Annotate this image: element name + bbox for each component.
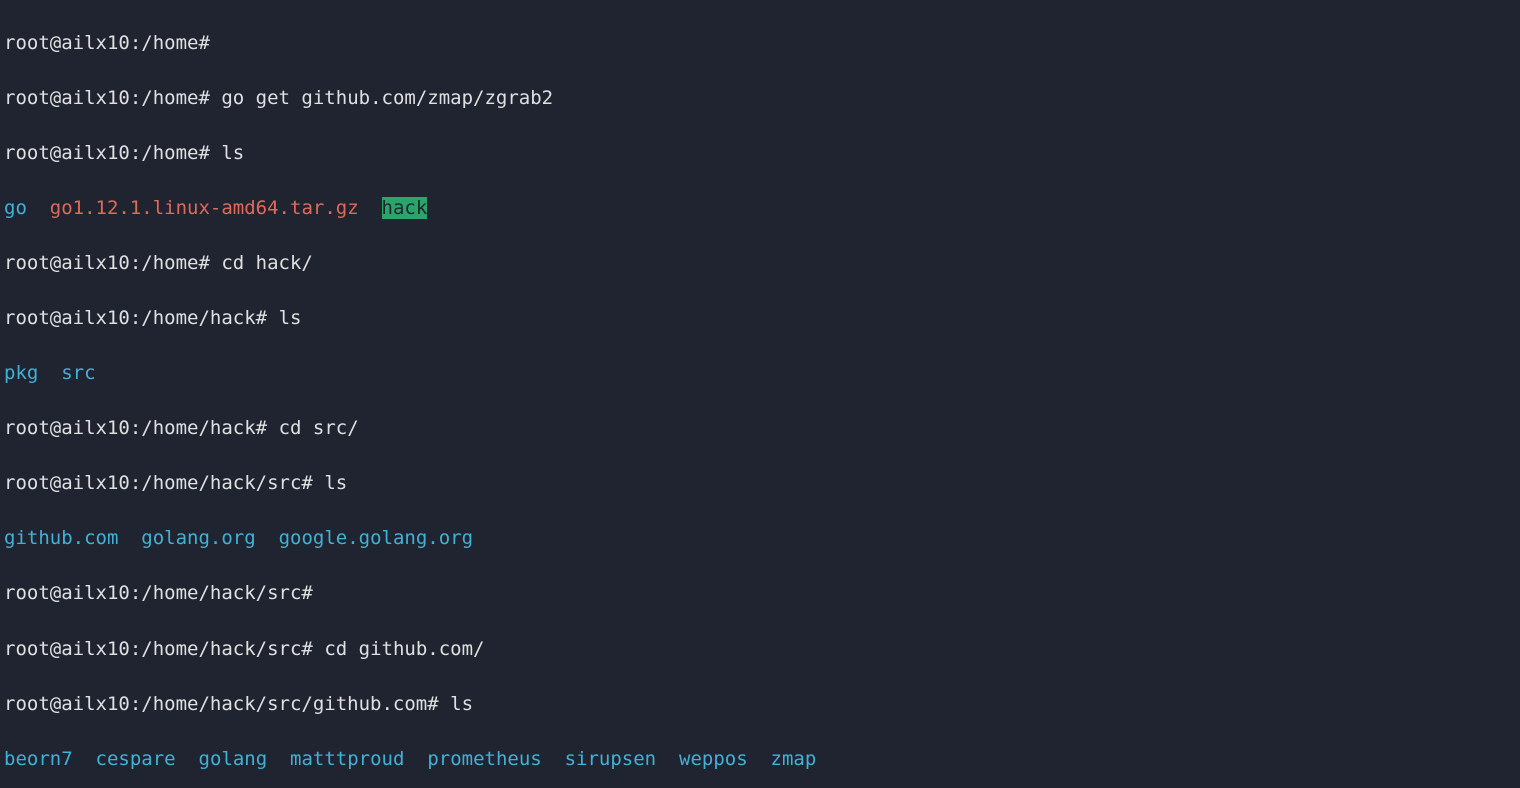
dir-pkg: pkg — [4, 362, 38, 384]
dir-google-golang-org: google.golang.org — [279, 527, 473, 549]
terminal-line: root@ailx10:/home/hack/src# cd github.co… — [4, 636, 1516, 664]
terminal-line: root@ailx10:/home/hack# ls — [4, 305, 1516, 333]
dir-src: src — [61, 362, 95, 384]
dir-sirupsen: sirupsen — [565, 748, 657, 770]
prompt-src: root@ailx10:/home/hack/src# — [4, 638, 313, 660]
dir-cespare: cespare — [96, 748, 176, 770]
prompt-home: root@ailx10:/home# — [4, 142, 210, 164]
dir-beorn7: beorn7 — [4, 748, 73, 770]
prompt-hack: root@ailx10:/home/hack# — [4, 417, 267, 439]
dir-zmap: zmap — [771, 748, 817, 770]
dir-golang-org: golang.org — [141, 527, 255, 549]
file-go-tar: go1.12.1.linux-amd64.tar.gz — [50, 197, 359, 219]
cmd-ls: ls — [221, 142, 244, 164]
ls-output-src: github.com golang.org google.golang.org — [4, 525, 1516, 553]
cmd-go-get: go get github.com/zmap/zgrab2 — [221, 87, 553, 109]
prompt-src: root@ailx10:/home/hack/src# — [4, 472, 313, 494]
cmd-cd-github: cd github.com/ — [324, 638, 484, 660]
terminal-line: root@ailx10:/home/hack/src/github.com# l… — [4, 691, 1516, 719]
terminal-line: root@ailx10:/home/hack/src# ls — [4, 470, 1516, 498]
prompt-github: root@ailx10:/home/hack/src/github.com# — [4, 693, 439, 715]
dir-go: go — [4, 197, 27, 219]
ls-output-home: go go1.12.1.linux-amd64.tar.gz hack — [4, 195, 1516, 223]
cmd-cd-src: cd src/ — [279, 417, 359, 439]
cmd-ls: ls — [279, 307, 302, 329]
prompt-home: root@ailx10:/home# — [4, 32, 210, 54]
dir-hack: hack — [382, 197, 428, 219]
cmd-ls: ls — [324, 472, 347, 494]
prompt-hack: root@ailx10:/home/hack# — [4, 307, 267, 329]
dir-prometheus: prometheus — [427, 748, 541, 770]
terminal-line: root@ailx10:/home# ls — [4, 140, 1516, 168]
cmd-cd-hack: cd hack/ — [221, 252, 313, 274]
ls-output-github: beorn7 cespare golang matttproud prometh… — [4, 746, 1516, 774]
terminal-line: root@ailx10:/home# cd hack/ — [4, 250, 1516, 278]
prompt-home: root@ailx10:/home# — [4, 252, 210, 274]
terminal-line: root@ailx10:/home/hack/src# — [4, 580, 1516, 608]
dir-github-com: github.com — [4, 527, 118, 549]
dir-golang: golang — [199, 748, 268, 770]
terminal-line: root@ailx10:/home/hack# cd src/ — [4, 415, 1516, 443]
terminal-line: root@ailx10:/home# — [4, 30, 1516, 58]
dir-weppos: weppos — [679, 748, 748, 770]
terminal[interactable]: root@ailx10:/home# root@ailx10:/home# go… — [0, 0, 1520, 788]
cmd-ls: ls — [450, 693, 473, 715]
dir-matttproud: matttproud — [290, 748, 404, 770]
prompt-home: root@ailx10:/home# — [4, 87, 210, 109]
prompt-src: root@ailx10:/home/hack/src# — [4, 582, 313, 604]
ls-output-hack: pkg src — [4, 360, 1516, 388]
terminal-line: root@ailx10:/home# go get github.com/zma… — [4, 85, 1516, 113]
